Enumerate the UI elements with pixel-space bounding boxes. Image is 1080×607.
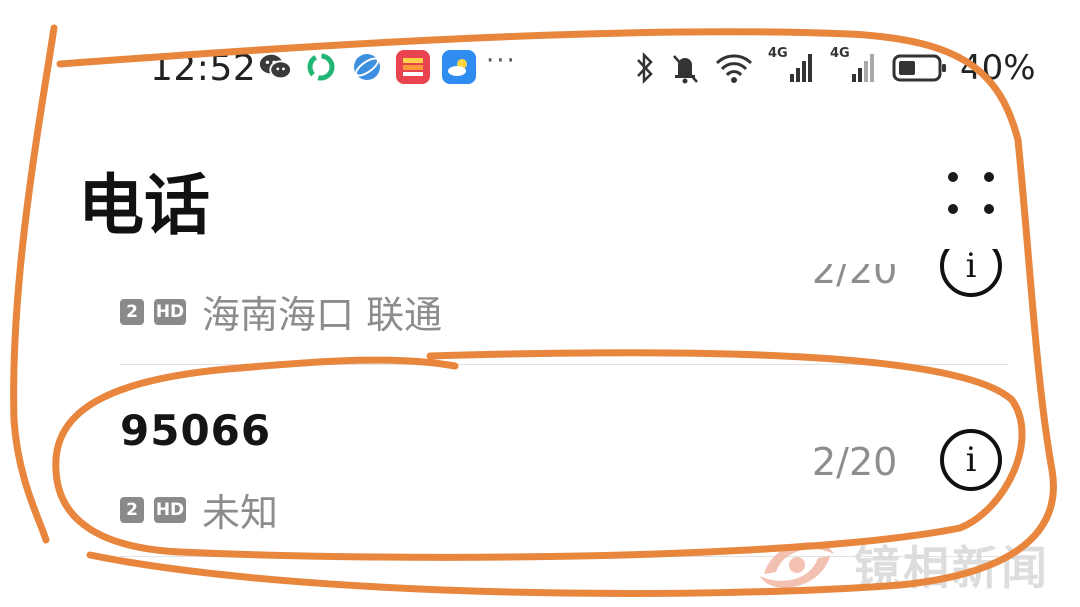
- call-location: 未知: [202, 491, 279, 535]
- battery-icon: [892, 54, 946, 82]
- wifi-icon: [715, 54, 753, 83]
- mute-bell-icon: [673, 55, 698, 84]
- call-meta: 2 HD 海南海口 联通: [120, 284, 442, 339]
- call-number: 95066: [120, 406, 272, 455]
- sim-badge: 2: [120, 298, 144, 325]
- page-title: 电话: [78, 167, 210, 244]
- wechat-icon: [258, 50, 292, 84]
- more-notifications-indicator: ···: [486, 46, 517, 76]
- watermark-text: 镜相新闻: [854, 541, 1050, 595]
- call-date: 2/20: [812, 440, 898, 484]
- notification-icons: [258, 50, 476, 84]
- call-location: 海南海口 联通: [202, 293, 443, 337]
- bluetooth-icon: [637, 51, 653, 85]
- list-item[interactable]: 2/20 i 2 HD 海南海口 联通: [120, 240, 1010, 360]
- hd-badge: HD: [154, 298, 186, 325]
- status-time: 12:52: [150, 48, 257, 89]
- battery-percentage: 40%: [960, 48, 1036, 88]
- info-icon[interactable]: i: [940, 249, 1002, 297]
- watermark: 镜相新闻: [754, 532, 1050, 598]
- info-icon[interactable]: i: [940, 429, 1002, 491]
- sim-badge: 2: [120, 496, 144, 523]
- green-circle-app-icon: [304, 50, 338, 84]
- browser-icon: [350, 50, 384, 84]
- more-dots-icon[interactable]: [944, 168, 998, 222]
- call-meta: 2 HD 未知: [120, 482, 278, 537]
- system-icons: 4G 4G: [634, 46, 948, 86]
- list-item[interactable]: 95066 2 HD 未知 2/20 i: [120, 400, 1010, 540]
- status-bar: 12:52 ··· 4G 4G 40%: [0, 38, 1080, 98]
- signal-4g-icon: 4G: [830, 46, 878, 86]
- hd-badge: HD: [154, 496, 186, 523]
- call-date: 2/20: [812, 248, 898, 292]
- divider: [120, 364, 1008, 365]
- huawei-app-icon: [396, 50, 430, 84]
- watermark-logo-icon: [760, 542, 834, 588]
- weather-icon: [442, 50, 476, 84]
- signal-4g-icon: 4G: [768, 46, 816, 86]
